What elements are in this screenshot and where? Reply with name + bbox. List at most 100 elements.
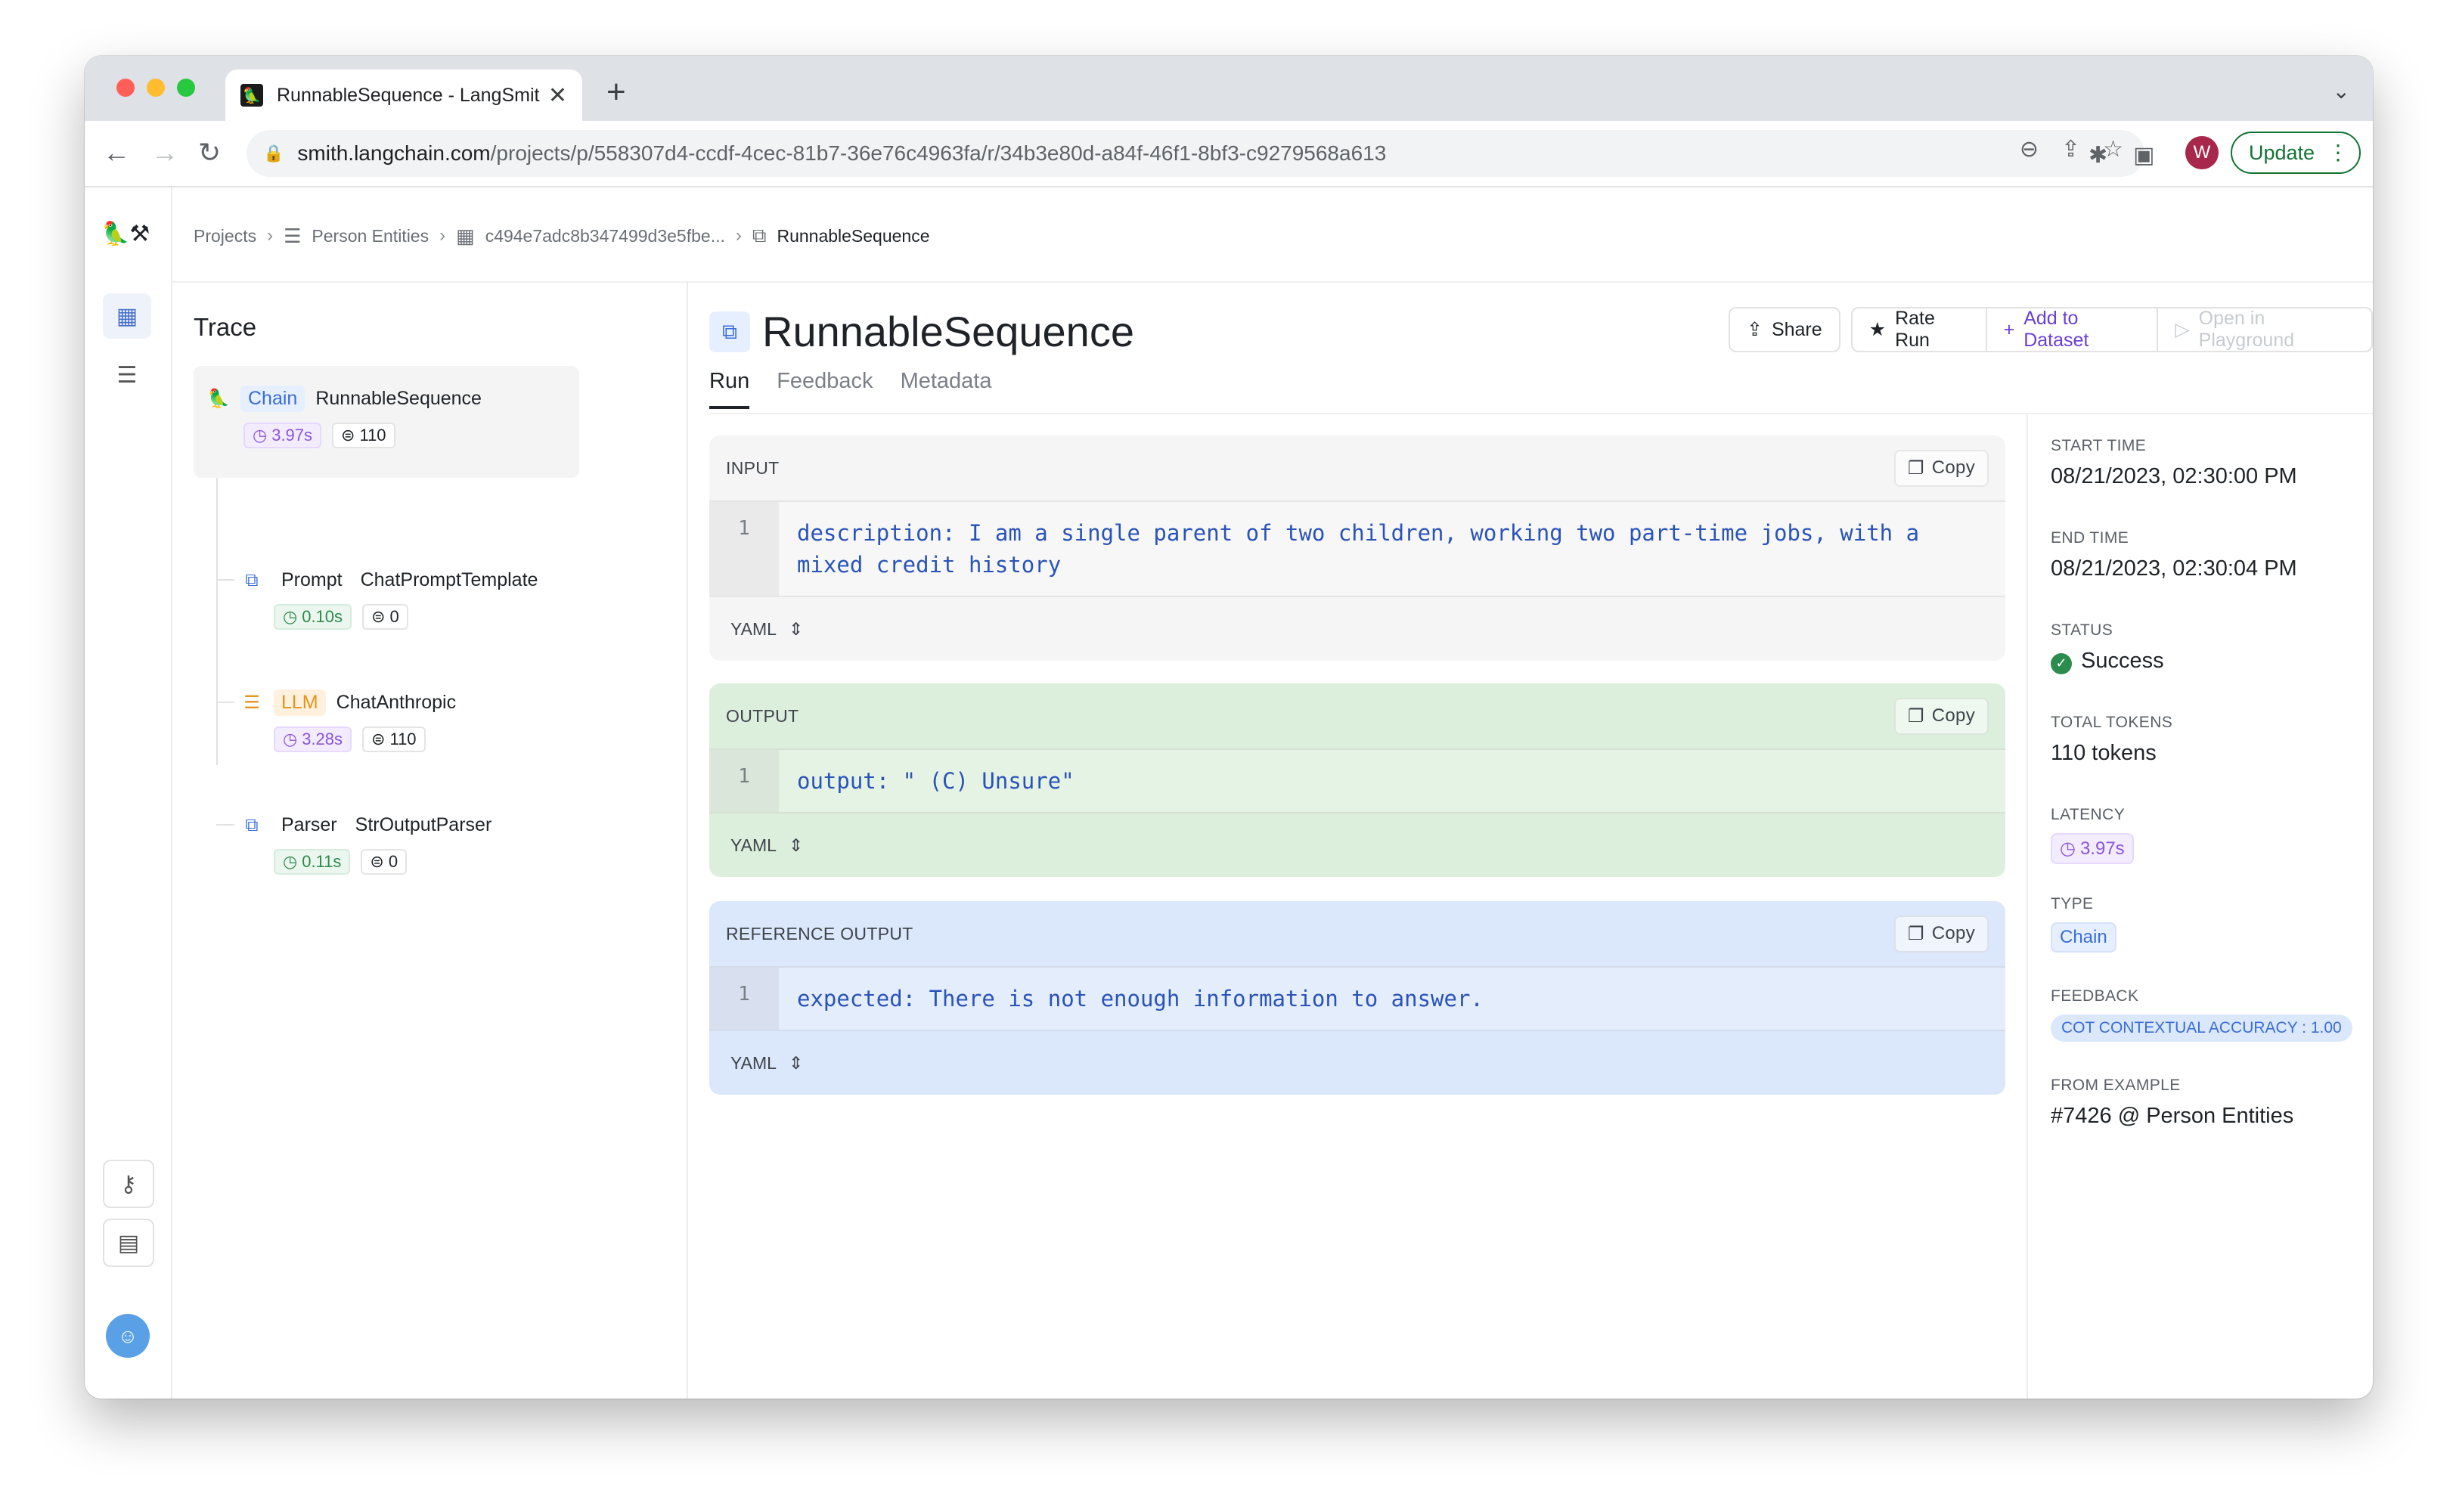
copy-reference-button[interactable]: ❐ Copy (1893, 915, 1989, 953)
zoom-icon[interactable]: ⊖ (2020, 136, 2039, 163)
langsmith-app: 🦜⚒ ▦ ☰ ⚷ ▤ ☺ Projects › ☰ Person Entitie… (85, 187, 2373, 1399)
datasets-database-icon[interactable]: ☰ (103, 352, 151, 398)
chevron-up-down-icon[interactable]: ⇕ (789, 619, 803, 640)
runnable-sequence-icon: ⧉ (709, 311, 750, 352)
run-actions: ⇪ Share ★ Rate Run + Add to Dataset ▷ Open i… (1729, 307, 2373, 352)
minimize-window-button[interactable] (147, 79, 165, 97)
share-page-icon[interactable]: ⇪ (2061, 136, 2080, 163)
user-avatar-icon[interactable]: ☺ (106, 1314, 150, 1358)
tree-connector (216, 478, 218, 765)
breadcrumb-dataset[interactable]: Person Entities (312, 226, 429, 246)
trace-child-node[interactable]: ⧉ Prompt ChatPromptTemplate ◷ 0.10s ⊜ 0 (240, 567, 538, 630)
latency-chip: ◷ 3.97s (243, 423, 322, 448)
profile-avatar[interactable]: W (2185, 136, 2219, 169)
input-section: INPUT ❐ Copy 1 description: I am a single… (709, 435, 2005, 661)
run-name: RunnableSequence (315, 388, 482, 409)
tab-metadata[interactable]: Metadata (901, 369, 992, 409)
database-icon: ☰ (284, 224, 302, 247)
feedback-score-badge[interactable]: COT CONTEXTUAL ACCURACY : 1.00 (2051, 1015, 2352, 1042)
back-arrow-icon[interactable]: ← (103, 138, 130, 168)
tab-search-chevron-icon[interactable]: ⌄ (2333, 79, 2350, 104)
output-code-block[interactable]: 1 output: " (C) Unsure" (709, 748, 2005, 813)
latency-chip: ◷ 0.11s (274, 849, 351, 875)
llm-stack-icon: ☰ (243, 692, 260, 713)
add-to-dataset-button[interactable]: + Add to Dataset (1986, 307, 2159, 352)
share-button[interactable]: ⇪ Share (1729, 307, 1840, 352)
output-section: OUTPUT ❐ Copy 1 output: " (C) Unsure" YAM… (709, 683, 2005, 877)
zoom-window-button[interactable] (177, 79, 195, 97)
run-tabs: Run Feedback Metadata (709, 369, 991, 409)
trace-child-node[interactable]: ⧉ Parser StrOutputParser ◷ 0.11s ⊜ 0 (240, 812, 492, 875)
langsmith-favicon-icon: 🦜 (240, 84, 263, 107)
reload-icon[interactable]: ↻ (198, 138, 221, 168)
run-name: StrOutputParser (355, 814, 492, 835)
open-in-playground-button[interactable]: ▷ Open in Playground (2158, 307, 2373, 352)
type-label: TYPE (2051, 895, 2094, 912)
langsmith-logo-icon[interactable]: 🦜⚒ (101, 221, 150, 247)
run-detail: ⧉ RunnableSequence ⇪ Share ★ Rate Run + Add… (687, 283, 2373, 1399)
chevron-right-icon: › (267, 225, 274, 246)
example-link[interactable]: #7426 @ Person Entities (2051, 1104, 2293, 1129)
close-tab-icon[interactable]: ✕ (548, 82, 567, 109)
address-bar[interactable]: 🔒 smith.langchain.com/projects/p/558307d… (247, 130, 2144, 177)
breadcrumb: Projects › ☰ Person Entities › ▦ c494e7a… (194, 224, 930, 248)
run-title: RunnableSequence (762, 308, 1134, 355)
browser-tab[interactable]: 🦜 RunnableSequence - LangSmith ✕ (225, 70, 582, 121)
run-name: ChatPromptTemplate (360, 569, 538, 590)
new-tab-button[interactable]: + (606, 76, 626, 109)
input-label: INPUT (726, 457, 780, 478)
close-window-button[interactable] (116, 79, 135, 97)
extensions-puzzle-icon[interactable]: ✱ (2089, 142, 2107, 169)
chain-parrot-icon: 🦜 (207, 389, 230, 409)
clock-icon: ◷ (283, 730, 298, 748)
forward-arrow-icon[interactable]: → (151, 138, 178, 168)
tab-title: RunnableSequence - LangSmith (277, 84, 541, 106)
output-label: OUTPUT (726, 705, 799, 726)
side-panel-icon[interactable]: ▣ (2133, 142, 2154, 169)
docs-document-icon[interactable]: ▤ (103, 1219, 154, 1267)
start-time-value: 08/21/2023, 02:30:00 PM (2051, 464, 2297, 488)
breadcrumb-current: RunnableSequence (777, 225, 930, 246)
runnable-icon: ⧉ (752, 224, 767, 246)
format-select[interactable]: YAML (730, 1053, 777, 1074)
from-example-label: FROM EXAMPLE (2051, 1077, 2181, 1094)
breadcrumb-session[interactable]: c494e7adc8b347499d3e5fbe... (485, 226, 725, 246)
line-number: 1 (709, 502, 779, 596)
end-time: END TIME 08/21/2023, 02:30:04 PM (2051, 529, 2297, 581)
trace-panel: Trace 🦜 Chain RunnableSequence ◷ 3.97s ⊜ 1… (171, 283, 688, 1399)
copy-output-button[interactable]: ❐ Copy (1893, 697, 1989, 735)
start-time: START TIME 08/21/2023, 02:30:00 PM (2051, 437, 2297, 489)
play-circle-icon: ▷ (2175, 319, 2190, 340)
breadcrumb-projects[interactable]: Projects (194, 226, 256, 246)
input-code-block[interactable]: 1 description: I am a single parent of t… (709, 500, 2005, 597)
projects-grid-icon[interactable]: ▦ (103, 293, 151, 339)
api-key-icon[interactable]: ⚷ (103, 1160, 154, 1208)
format-select[interactable]: YAML (730, 835, 777, 856)
update-button[interactable]: Update ⋮ (2231, 132, 2361, 174)
copy-input-button[interactable]: ❐ Copy (1893, 449, 1989, 487)
plus-icon: + (2003, 318, 2015, 340)
trace-title: Trace (194, 313, 257, 341)
total-tokens-label: TOTAL TOKENS (2051, 714, 2173, 731)
chevron-up-down-icon[interactable]: ⇕ (789, 835, 803, 856)
total-tokens: TOTAL TOKENS 110 tokens (2051, 714, 2172, 766)
latency-chip: ◷ 3.28s (274, 727, 352, 752)
lock-icon: 🔒 (263, 144, 284, 163)
update-label: Update (2249, 141, 2315, 164)
rate-run-button[interactable]: ★ Rate Run (1850, 307, 1987, 352)
total-tokens-value: 110 tokens (2051, 741, 2157, 765)
grid-icon: ▦ (456, 224, 475, 247)
status: STATUS ✓ Success (2051, 621, 2164, 674)
browser-toolbar: ← → ↻ 🔒 smith.langchain.com/projects/p/5… (85, 121, 2373, 187)
run-details-sidebar: START TIME 08/21/2023, 02:30:00 PM END T… (2027, 414, 2373, 1399)
chevron-up-down-icon[interactable]: ⇕ (789, 1053, 803, 1074)
tab-run[interactable]: Run (709, 369, 750, 409)
feedback-label: FEEDBACK (2051, 987, 2139, 1005)
trace-root-node[interactable]: 🦜 Chain RunnableSequence ◷ 3.97s ⊜ 110 (194, 366, 579, 478)
tab-feedback[interactable]: Feedback (777, 369, 873, 409)
trace-child-node[interactable]: ☰ LLM ChatAnthropic ◷ 3.28s ⊜ 110 (240, 689, 456, 752)
latency: LATENCY ◷ 3.97s (2051, 806, 2134, 864)
reference-code-block[interactable]: 1 expected: There is not enough informat… (709, 966, 2005, 1031)
output-code: output: " (C) Unsure" (797, 768, 1074, 794)
format-select[interactable]: YAML (730, 619, 777, 640)
